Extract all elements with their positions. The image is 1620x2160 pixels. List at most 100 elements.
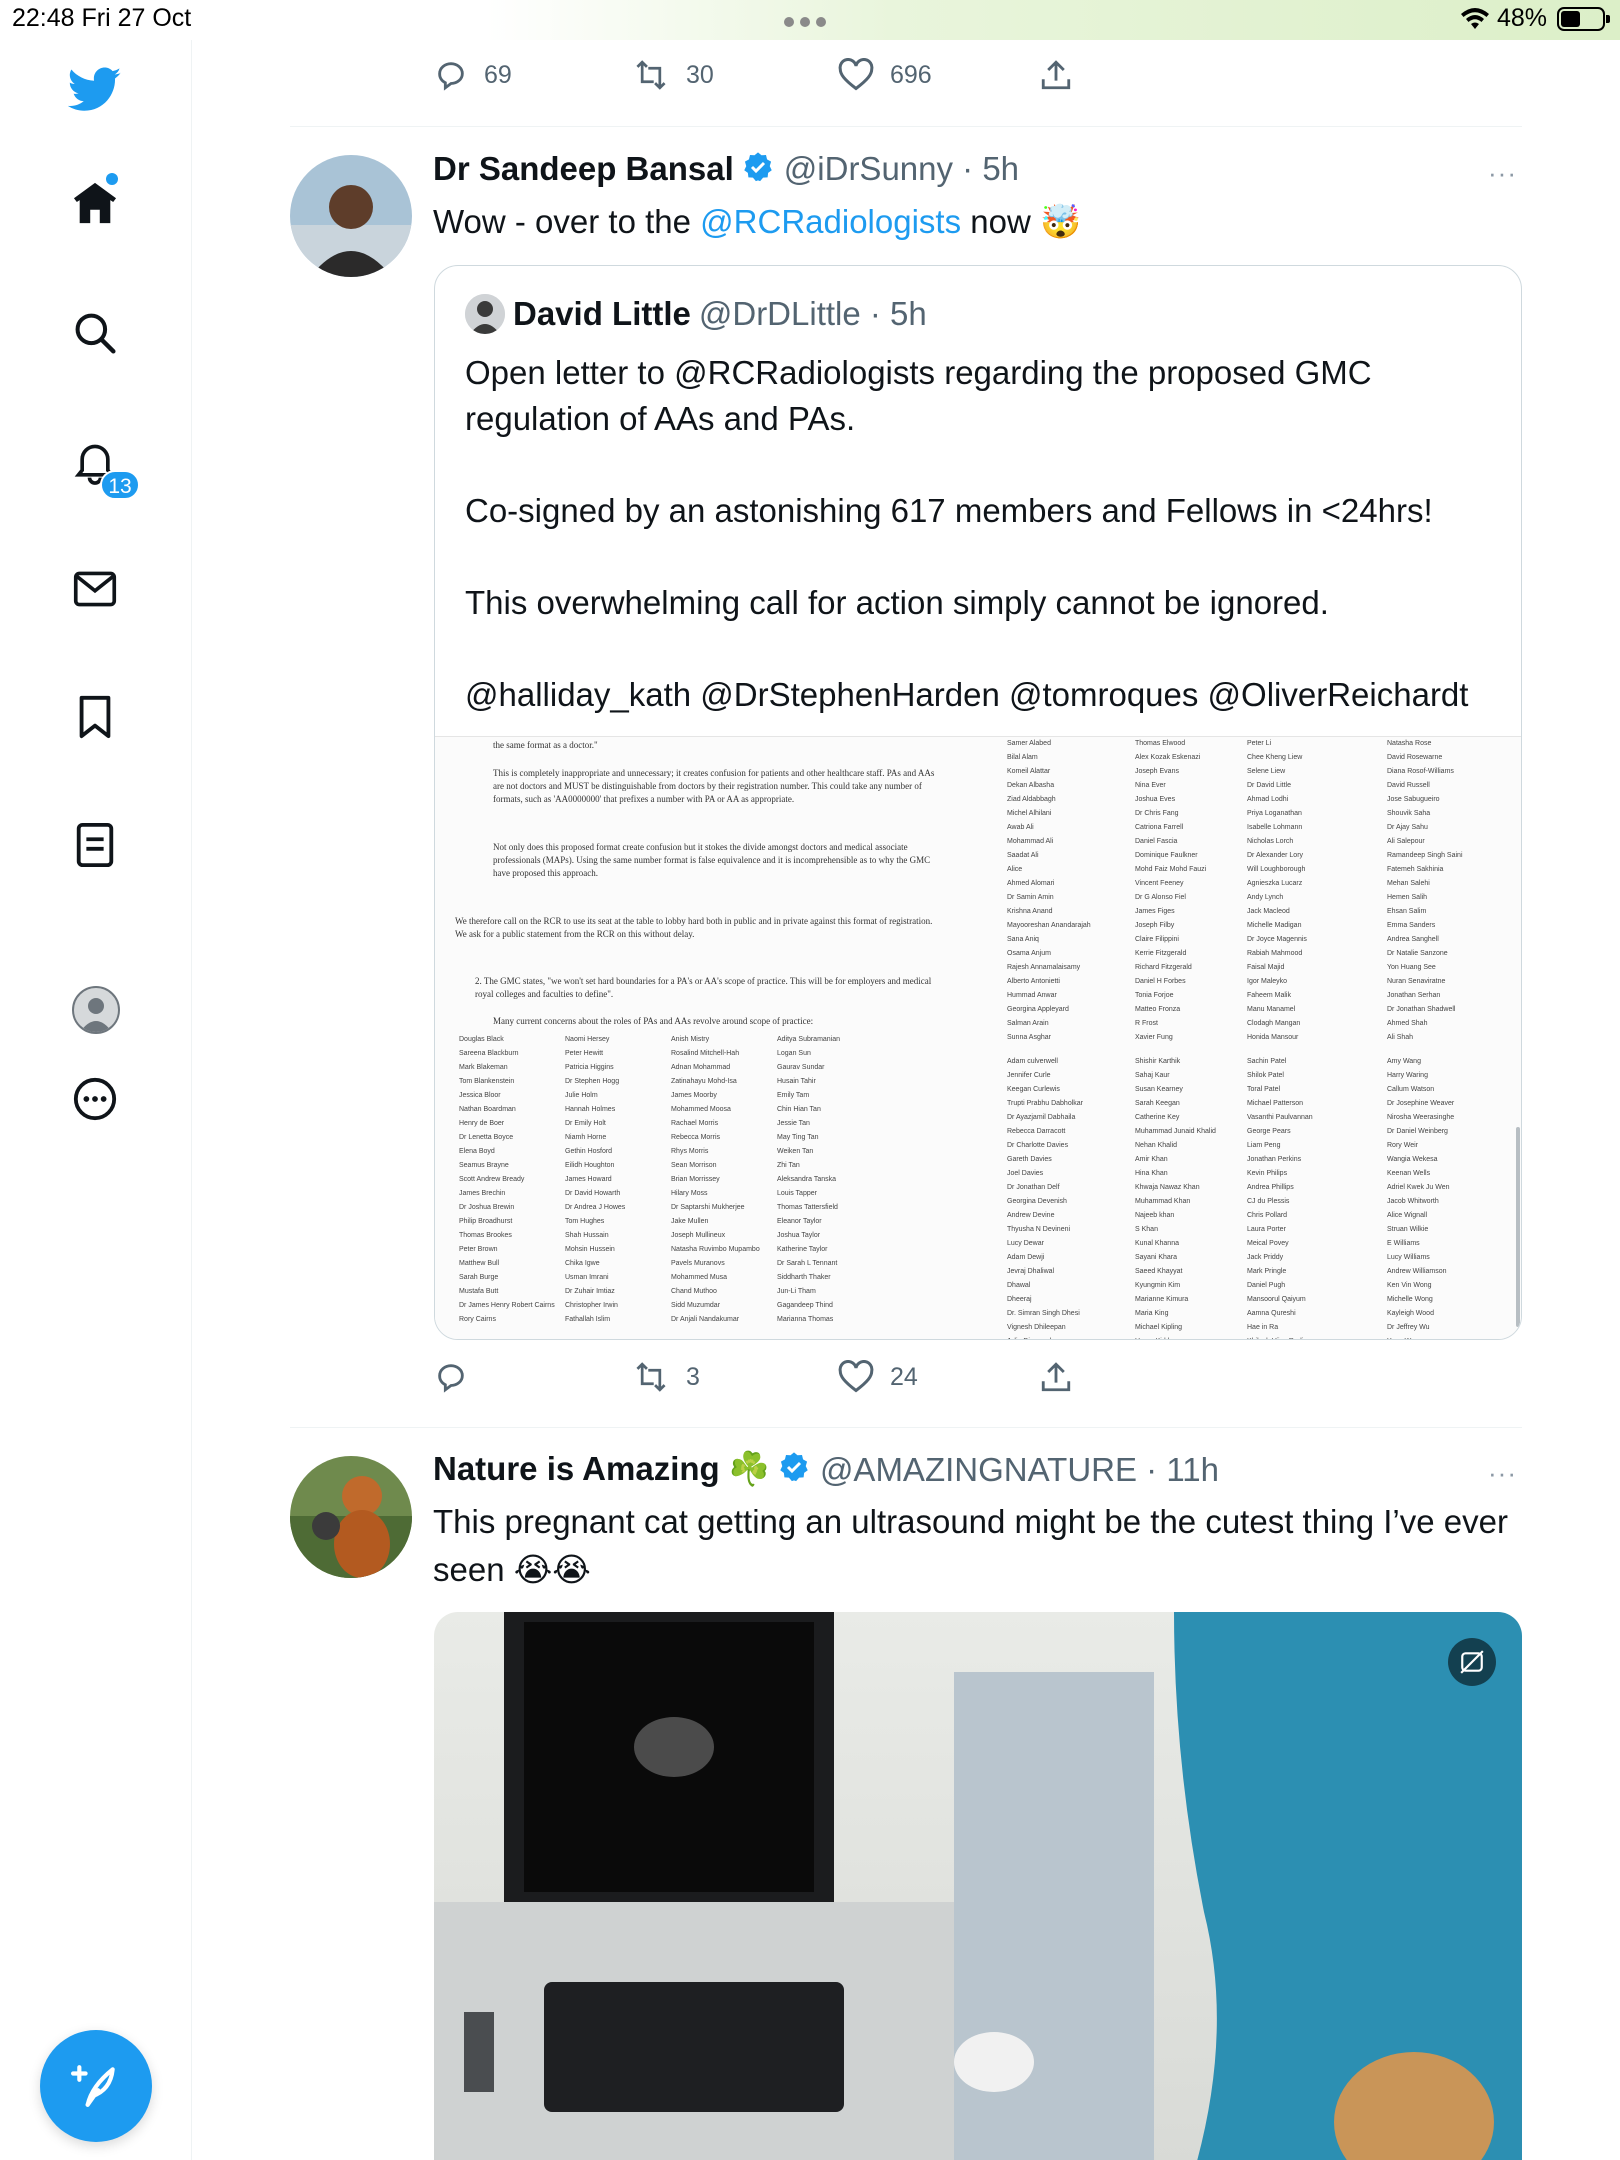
author-handle[interactable]: @iDrSunny · 5h bbox=[784, 150, 1019, 188]
signatory-column: Natasha Rose David Rosewarne Diana Rosof-W… bbox=[1387, 737, 1463, 1339]
signatory-name: Logan Sun bbox=[777, 1050, 811, 1057]
share-button[interactable] bbox=[1040, 1360, 1088, 1394]
search-icon[interactable] bbox=[65, 303, 125, 363]
signatory-name: James Brechin bbox=[459, 1190, 506, 1197]
tweet-more-button[interactable]: ··· bbox=[1488, 1458, 1517, 1489]
signatory-name: Dr Sarah L Tennant bbox=[777, 1260, 838, 1267]
signatory-name: Chin Hian Tan bbox=[777, 1106, 821, 1113]
signatory-name: Elena Boyd bbox=[459, 1148, 495, 1155]
tweet-text-part: now 🤯 bbox=[961, 203, 1082, 240]
mention-link[interactable]: @RCRadiologists bbox=[700, 203, 961, 240]
signatory-name: Sarah Burge bbox=[459, 1274, 499, 1281]
like-count: 696 bbox=[890, 60, 932, 89]
signatory-name: Mark Blakeman bbox=[459, 1064, 508, 1071]
signatory-name: Vignesh Dhileepan bbox=[1007, 1324, 1066, 1331]
signatory-name: Dr Stephen Hogg bbox=[565, 1078, 620, 1085]
signatory-name: Sidd Muzumdar bbox=[671, 1302, 721, 1309]
signatory-name: Pavels Muranovs bbox=[671, 1260, 725, 1267]
more-icon[interactable] bbox=[65, 1069, 125, 1129]
reply-count: 69 bbox=[484, 60, 512, 89]
messages-icon[interactable] bbox=[65, 559, 125, 619]
status-bar: 22:48 Fri 27 Oct 48% bbox=[0, 0, 1620, 40]
signatory-name: Ahmed Alomari bbox=[1007, 880, 1055, 887]
signatory-name: Dr Jeffrey Wu bbox=[1387, 1324, 1430, 1331]
signatory-column: Samer Alabed Bilal Alam Komeil Alattar Deka… bbox=[1007, 737, 1091, 1339]
signatory-name: Hummad Anwar bbox=[1007, 992, 1057, 999]
signatory-name: Hilary Moss bbox=[671, 1190, 708, 1197]
signatory-name: Marianna Thomas bbox=[777, 1316, 834, 1323]
retweet-button[interactable]: 3 bbox=[632, 1360, 700, 1394]
signatory-name: Shah Hussain bbox=[565, 1232, 609, 1239]
battery-icon bbox=[1557, 7, 1610, 31]
signatory-name: Ehsan Salim bbox=[1387, 908, 1427, 915]
signatory-name: Dr Zuhair Imtiaz bbox=[565, 1288, 615, 1295]
signatory-column: Peter Li Chee Kheng Liew Selene Liew Dr Dav… bbox=[1247, 737, 1313, 1339]
lists-icon[interactable] bbox=[65, 815, 125, 875]
signatory-name: Osama Anjum bbox=[1007, 950, 1051, 957]
signatory-name: Daniel Pugh bbox=[1247, 1282, 1286, 1289]
signatory-name: Dr Daniel Weinberg bbox=[1387, 1128, 1448, 1135]
content-warning-icon[interactable] bbox=[1448, 1638, 1496, 1686]
letter-image[interactable]: the same format as a doctor." This is co… bbox=[435, 736, 1521, 1339]
avatar[interactable] bbox=[290, 1456, 412, 1578]
like-button[interactable]: 24 bbox=[838, 1360, 918, 1394]
signatory-name: Peter Brown bbox=[459, 1246, 498, 1253]
signatory-name: Rachael Morris bbox=[671, 1120, 719, 1127]
like-button[interactable]: 696 bbox=[838, 58, 932, 92]
share-icon bbox=[1041, 60, 1071, 90]
author-handle[interactable]: @AMAZINGNATURE · 11h bbox=[820, 1451, 1219, 1489]
signatory-name: Amy Wang bbox=[1387, 1058, 1421, 1065]
quoted-author-name: David Little bbox=[513, 295, 691, 332]
author-name[interactable]: Dr Sandeep Bansal bbox=[433, 150, 734, 188]
signatory-name: Richard Fitzgerald bbox=[1135, 964, 1192, 971]
signatory-name: Sachin Patel bbox=[1247, 1058, 1287, 1065]
reply-button[interactable] bbox=[434, 1360, 484, 1394]
signatory-name: Rhys Morris bbox=[671, 1148, 709, 1155]
signatory-name: Dr Ayazjamil Dabhaila bbox=[1007, 1114, 1076, 1121]
signatory-name: Joshua Eves bbox=[1135, 796, 1176, 803]
signatory-name: Dr Jonathan Shadwell bbox=[1387, 1006, 1456, 1013]
signatory-name: Alice bbox=[1007, 866, 1023, 873]
avatar[interactable] bbox=[290, 155, 412, 277]
author-name[interactable]: Nature is Amazing ☘️ bbox=[433, 1450, 770, 1489]
quoted-tweet[interactable]: David Little @DrDLittle · 5h Open letter… bbox=[434, 265, 1522, 1340]
twitter-logo-icon[interactable] bbox=[65, 60, 125, 120]
reply-button[interactable]: 69 bbox=[434, 58, 512, 92]
signatory-name: Manu Manamel bbox=[1247, 1006, 1296, 1013]
signatory-name: Saeed Khayyat bbox=[1135, 1268, 1183, 1275]
multitasking-dots-icon[interactable] bbox=[784, 14, 836, 27]
signatory-name: Scott Andrew Bready bbox=[459, 1176, 525, 1183]
signatory-name: Ziad Aldabbagh bbox=[1007, 796, 1056, 803]
compose-button[interactable] bbox=[40, 2030, 152, 2142]
signatory-name: Najeeb khan bbox=[1135, 1212, 1175, 1219]
letter-paragraph: the same format as a doctor." bbox=[493, 740, 598, 750]
video-player[interactable] bbox=[434, 1612, 1522, 2160]
signatory-name: Xavier Fung bbox=[1135, 1034, 1173, 1041]
signatory-name: Rebecca Darracott bbox=[1007, 1128, 1066, 1135]
signatory-name: Yong Wu bbox=[1387, 1335, 1463, 1339]
share-button[interactable] bbox=[1040, 58, 1088, 92]
bookmarks-icon[interactable] bbox=[65, 687, 125, 747]
signatory-column: Naomi Hersey Peter Hewitt Patricia Higgins… bbox=[565, 1033, 625, 1327]
signatory-name: Ahmad Lodhi bbox=[1247, 796, 1289, 803]
tweet-header: Nature is Amazing ☘️ @AMAZINGNATURE · 11… bbox=[433, 1450, 1219, 1489]
signatory-name: Andrea Sanghell bbox=[1387, 936, 1439, 943]
signatory-name: Selene Liew bbox=[1247, 768, 1286, 775]
video-frame bbox=[434, 1612, 1522, 2160]
profile-icon[interactable] bbox=[72, 986, 120, 1034]
tweet-more-button[interactable]: ··· bbox=[1488, 158, 1517, 189]
signatory-name: Dominique Faulkner bbox=[1135, 852, 1198, 859]
signatory-name: Gareth Davies bbox=[1007, 1156, 1052, 1163]
signatory-name: Khwaja Nawaz Khan bbox=[1135, 1184, 1200, 1191]
quoted-text-line: This overwhelming call for action simply… bbox=[465, 584, 1329, 621]
retweet-button[interactable]: 30 bbox=[632, 58, 714, 92]
signatory-name: Dr James Henry Robert Cairns bbox=[459, 1302, 555, 1309]
signatory-name: Matthew Bull bbox=[459, 1260, 500, 1267]
share-icon bbox=[1041, 1362, 1071, 1392]
signatory-name: Dr David Little bbox=[1247, 782, 1291, 789]
signatory-name bbox=[1247, 1045, 1313, 1055]
scrollbar[interactable] bbox=[1516, 1127, 1520, 1327]
signatory-name: Fatemeh Sakhinia bbox=[1387, 866, 1444, 873]
signatory-name: Dhawal bbox=[1007, 1282, 1031, 1289]
letter-paragraph: 2. The GMC states, "we won't set hard bo… bbox=[475, 976, 932, 999]
